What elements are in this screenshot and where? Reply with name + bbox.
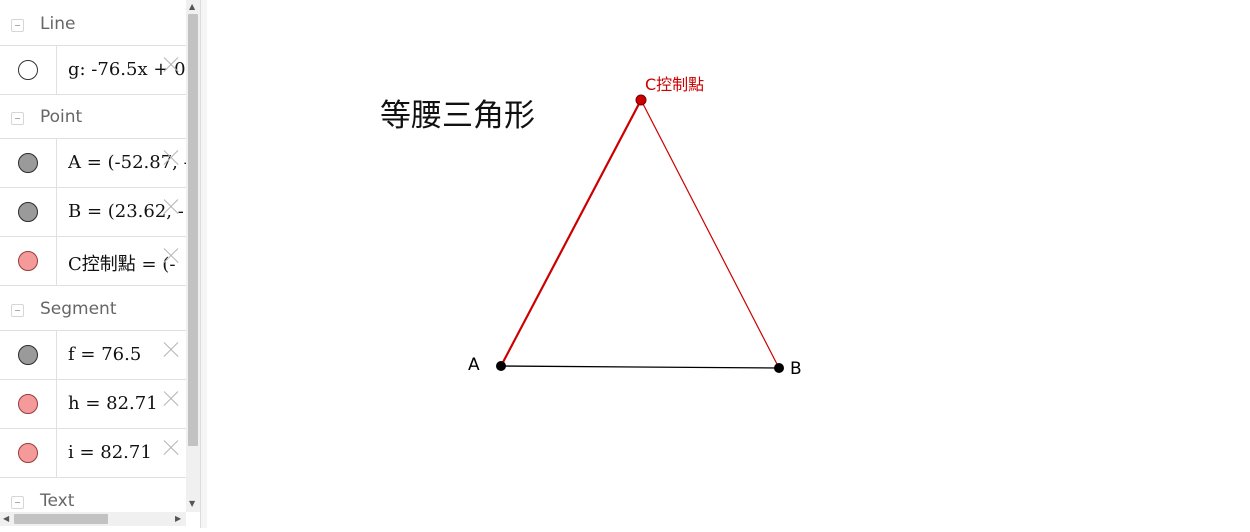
visibility-toggle-icon[interactable] <box>18 443 38 463</box>
point-a-label[interactable]: A <box>468 355 480 375</box>
point-b-label[interactable]: B <box>790 359 802 379</box>
marble-cell <box>0 331 57 379</box>
scroll-left-arrow-icon[interactable]: ◀ <box>3 515 9 523</box>
segment-i[interactable] <box>640 99 780 369</box>
vertical-scrollbar-thumb[interactable] <box>188 14 198 446</box>
algebra-row-point-c[interactable]: C控制點 = (- <box>0 237 186 286</box>
marble-cell <box>0 139 57 187</box>
point-c-label[interactable]: C控制點 <box>645 75 704 94</box>
delete-icon[interactable] <box>162 56 180 74</box>
group-header-line[interactable]: Line <box>0 2 186 46</box>
algebra-row-segment-f[interactable]: f = 76.5 <box>0 331 186 380</box>
group-label-point: Point <box>40 107 83 127</box>
scroll-up-arrow-icon[interactable]: ▲ <box>189 3 195 11</box>
visibility-toggle-icon[interactable] <box>18 60 38 80</box>
delete-icon[interactable] <box>162 198 180 216</box>
delete-icon[interactable] <box>162 390 180 408</box>
delete-icon[interactable] <box>162 341 180 359</box>
visibility-toggle-icon[interactable] <box>18 345 38 365</box>
vertical-scrollbar[interactable]: ▲ ▼ <box>186 0 200 512</box>
marble-cell <box>0 237 57 285</box>
group-header-text[interactable]: Text <box>0 479 186 512</box>
visibility-toggle-icon[interactable] <box>18 251 38 271</box>
point-c[interactable] <box>635 94 647 106</box>
algebra-row-point-b[interactable]: B = (23.62, -1 <box>0 188 186 237</box>
collapse-icon[interactable] <box>11 112 24 125</box>
horizontal-scrollbar-thumb[interactable] <box>14 514 108 524</box>
point-b[interactable] <box>774 363 784 373</box>
algebra-row-point-a[interactable]: A = (-52.87, - <box>0 139 186 188</box>
segment-h[interactable] <box>500 99 642 367</box>
horizontal-scrollbar[interactable]: ◀ ▶ <box>0 512 186 526</box>
group-label-text: Text <box>40 491 75 511</box>
marble-cell <box>0 429 57 477</box>
scroll-right-arrow-icon[interactable]: ▶ <box>175 515 181 523</box>
segment-f[interactable] <box>500 365 780 369</box>
group-header-segment[interactable]: Segment <box>0 287 186 331</box>
group-label-line: Line <box>40 14 76 34</box>
scroll-down-arrow-icon[interactable]: ▼ <box>189 500 195 508</box>
delete-icon[interactable] <box>162 439 180 457</box>
delete-icon[interactable] <box>162 247 180 265</box>
collapse-icon[interactable] <box>11 304 24 317</box>
algebra-row-segment-h[interactable]: h = 82.71 <box>0 380 186 429</box>
marble-cell <box>0 188 57 236</box>
marble-cell <box>0 46 57 94</box>
algebra-view: Line g: -76.5x + 0. Point A = (-52.87, -… <box>0 0 186 512</box>
algebra-row-segment-i[interactable]: i = 82.71 <box>0 429 186 478</box>
visibility-toggle-icon[interactable] <box>18 394 38 414</box>
graphics-view[interactable]: 等腰三角形 A B C控制點 <box>207 0 1250 528</box>
collapse-icon[interactable] <box>11 19 24 32</box>
point-a[interactable] <box>496 361 506 371</box>
visibility-toggle-icon[interactable] <box>18 153 38 173</box>
title-text[interactable]: 等腰三角形 <box>380 98 535 134</box>
algebra-row-line-g[interactable]: g: -76.5x + 0. <box>0 46 186 95</box>
delete-icon[interactable] <box>162 149 180 167</box>
group-header-point[interactable]: Point <box>0 95 186 139</box>
graphics-canvas[interactable]: 等腰三角形 A B C控制點 <box>207 0 1250 528</box>
view-divider[interactable] <box>200 0 207 528</box>
visibility-toggle-icon[interactable] <box>18 202 38 222</box>
marble-cell <box>0 380 57 428</box>
group-label-segment: Segment <box>40 299 117 319</box>
collapse-icon[interactable] <box>11 496 24 509</box>
